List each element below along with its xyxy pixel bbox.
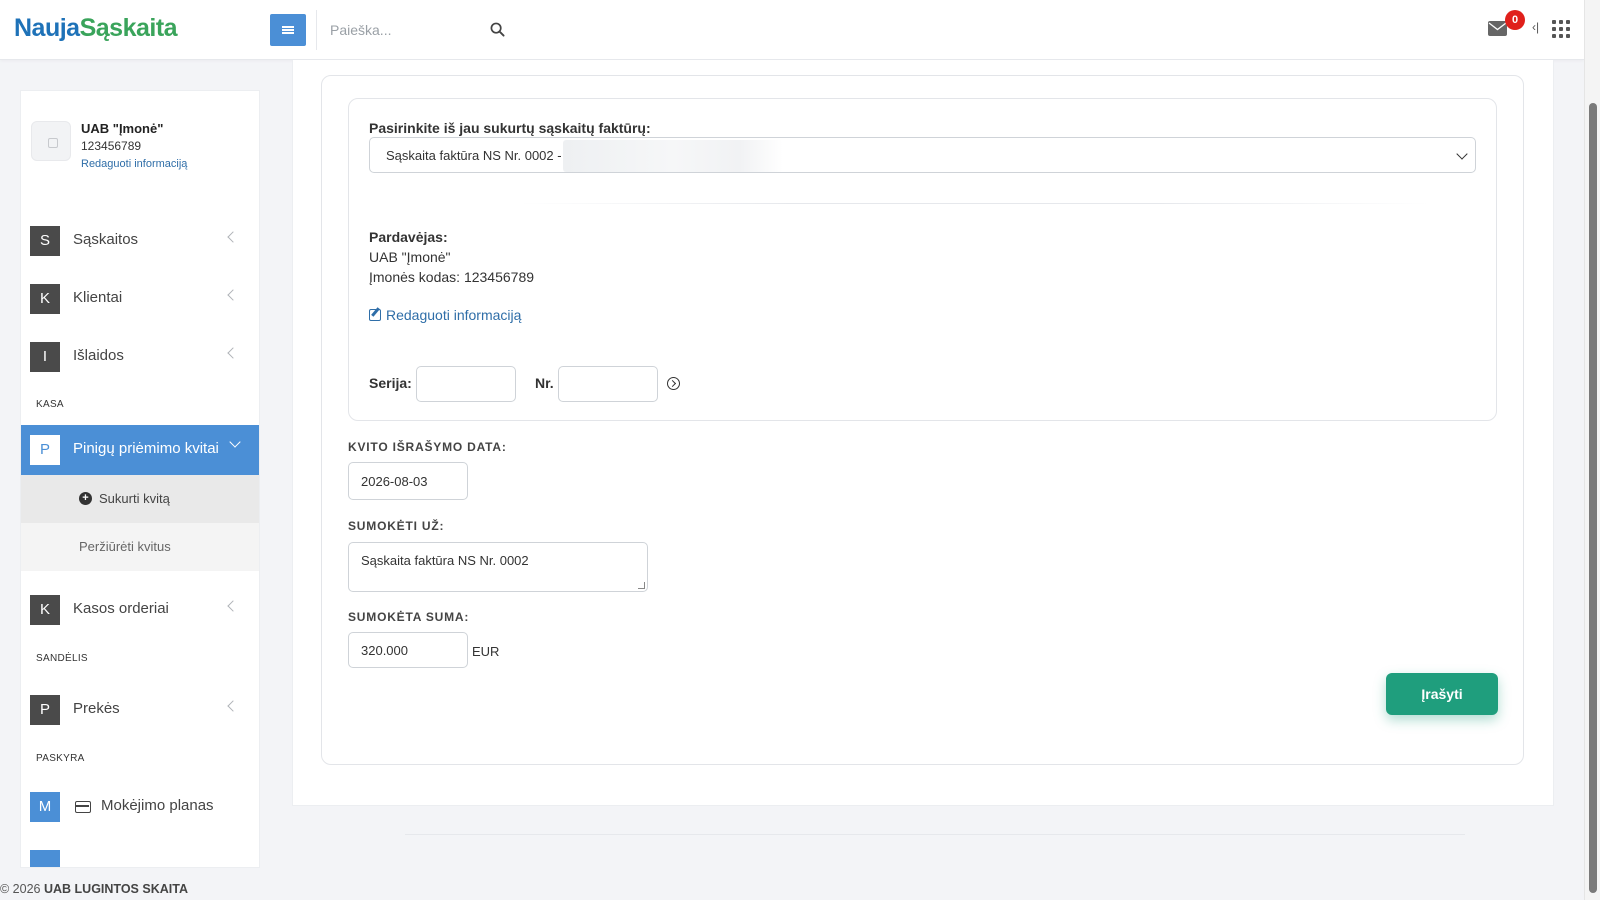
chevron-down-icon: [1456, 148, 1468, 160]
chevron-left-icon: [227, 600, 239, 612]
section-divider: [520, 203, 1430, 204]
currency-label: EUR: [472, 644, 500, 659]
chevron-left-icon: [227, 231, 239, 243]
scrollbar-thumb[interactable]: [1589, 103, 1597, 893]
chevron-left-icon: [227, 289, 239, 301]
nav-letter-badge: P: [30, 435, 60, 465]
pay-for-textarea[interactable]: Sąskaita faktūra NS Nr. 0002: [348, 542, 648, 592]
footer-year: © 2026: [0, 882, 41, 896]
sidebar-item-islaidos[interactable]: I Išlaidos: [21, 332, 259, 382]
sidebar-item-mokejimo-planas[interactable]: M Mokėjimo planas: [21, 782, 259, 832]
app-logo[interactable]: NaujaSąskaita: [14, 14, 178, 43]
company-code: 123456789: [81, 139, 142, 153]
amount-label: SUMOKĖTA SUMA:: [348, 610, 470, 624]
arrow-circle-right-icon[interactable]: [667, 377, 680, 390]
invoice-select[interactable]: Sąskaita faktūra NS Nr. 0002 -: [369, 137, 1476, 173]
date-input[interactable]: [348, 462, 468, 500]
mail-count-badge: 0: [1505, 10, 1525, 30]
nav-letter-badge: K: [30, 595, 60, 625]
serija-input[interactable]: [416, 366, 516, 402]
sidebar-item-label: Išlaidos: [73, 347, 124, 364]
subitem-label: Sukurti kvitą: [99, 491, 170, 506]
sidebar-item-label: Klientai: [73, 289, 123, 306]
seller-label: Pardavėjas:: [369, 229, 448, 245]
edit-seller-link[interactable]: Redaguoti informaciją: [369, 307, 521, 323]
chevron-down-icon: [229, 436, 241, 448]
subitem-perziureti-kvitus[interactable]: Peržiūrėti kvitus: [21, 523, 259, 571]
sidebar: UAB "Įmonė" 123456789 Redaguoti informac…: [20, 90, 260, 868]
resize-grip[interactable]: [638, 582, 645, 589]
chevron-left-icon: [227, 700, 239, 712]
section-label-paskyra: PASKYRA: [36, 753, 85, 764]
sidebar-item-prekes[interactable]: P Prekės: [21, 685, 259, 735]
nav-letter-badge: [30, 850, 60, 867]
company-name: UAB "Įmonė": [81, 121, 164, 136]
nr-input[interactable]: [558, 366, 658, 402]
sidebar-item-label: Mokėjimo planas: [101, 797, 214, 814]
invoice-select-label: Pasirinkite iš jau sukurtų sąskaitų fakt…: [369, 120, 651, 136]
sidebar-item-kasos-orderiai[interactable]: K Kasos orderiai: [21, 585, 259, 635]
nav-letter-badge: I: [30, 342, 60, 372]
invoice-select-value: Sąskaita faktūra NS Nr. 0002 -: [386, 148, 562, 163]
search-icon[interactable]: [490, 22, 505, 37]
menu-icon: [282, 26, 294, 34]
footer-company: UAB LUGINTOS SKAITA: [43, 882, 188, 896]
subitem-label: Peržiūrėti kvitus: [79, 539, 171, 554]
seller-name: UAB "Įmonė": [369, 249, 451, 265]
page-scrollbar[interactable]: [1584, 0, 1600, 900]
logo-part2: Sąskaita: [79, 14, 178, 42]
apps-grid-icon[interactable]: [1552, 20, 1570, 38]
sidebar-item-label: Kasos orderiai: [73, 600, 169, 617]
sidebar-item-label: Sąskaitos: [73, 231, 139, 248]
nr-label: Nr.: [535, 375, 554, 391]
sidebar-item-pinigu-priemimo-kvitai[interactable]: P Pinigų priėmimo kvitai: [21, 425, 259, 475]
redacted-area: [563, 140, 783, 172]
subitem-sukurti-kvita[interactable]: + Sukurti kvitą: [21, 475, 259, 523]
menu-toggle-button[interactable]: [270, 14, 306, 46]
nav-letter-badge: K: [30, 284, 60, 314]
search-input[interactable]: [330, 18, 490, 42]
nav-letter-badge: M: [30, 792, 60, 822]
seller-code: Įmonės kodas: 123456789: [369, 269, 535, 285]
pay-for-value: Sąskaita faktūra NS Nr. 0002: [361, 553, 529, 568]
credit-card-icon: [75, 801, 91, 813]
sidebar-item-label: Prekės: [73, 700, 120, 717]
header-divider: [316, 10, 317, 50]
date-label: KVITO IŠRAŠYMO DATA:: [348, 440, 507, 454]
chevron-left-icon: [227, 347, 239, 359]
company-avatar: [31, 121, 71, 161]
sidebar-item-label: Pinigų priėmimo kvitai: [73, 440, 219, 457]
nav-letter-badge: S: [30, 226, 60, 256]
bottom-divider: [405, 834, 1465, 835]
top-header: NaujaSąskaita 0 ‹|: [0, 0, 1584, 60]
edit-link-label: Redaguoti informaciją: [386, 307, 522, 323]
company-info: UAB "Įmonė" 123456789 Redaguoti informac…: [31, 121, 251, 181]
edit-icon: [369, 309, 381, 321]
company-edit-link[interactable]: Redaguoti informaciją: [81, 158, 187, 170]
collapse-icon[interactable]: ‹|: [1532, 20, 1542, 38]
page-footer: © 2026 UAB LUGINTOS SKAITA: [0, 882, 188, 896]
sidebar-item-saskaitos[interactable]: S Sąskaitos: [21, 216, 259, 266]
section-label-sandelis: SANDĖLIS: [36, 653, 88, 664]
pay-for-label: SUMOKĖTI UŽ:: [348, 519, 445, 533]
plus-circle-icon: +: [79, 492, 92, 505]
nav-letter-badge: P: [30, 695, 60, 725]
serija-label: Serija:: [369, 375, 412, 391]
sidebar-item-klientai[interactable]: K Klientai: [21, 274, 259, 324]
save-button[interactable]: Įrašyti: [1386, 673, 1498, 715]
section-label-kasa: KASA: [36, 399, 64, 410]
mail-icon[interactable]: [1488, 21, 1507, 36]
logo-part1: Nauja: [14, 14, 80, 42]
sidebar-item-next[interactable]: [21, 840, 259, 867]
amount-input[interactable]: [348, 632, 468, 668]
